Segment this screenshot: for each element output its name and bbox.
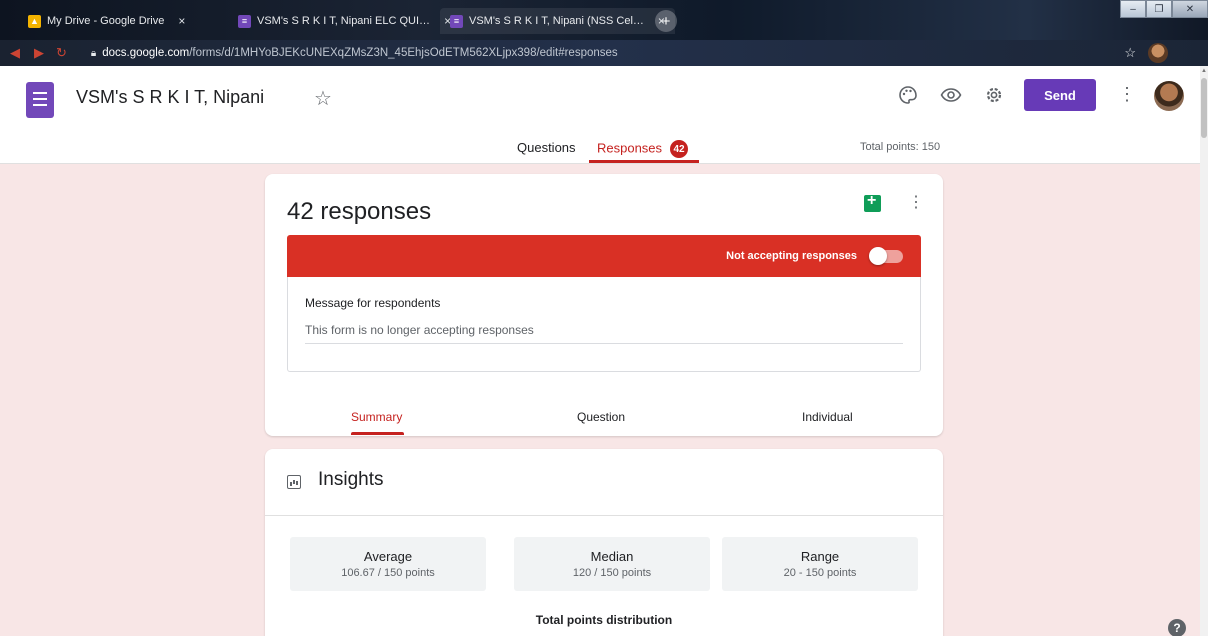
accepting-status-label: Not accepting responses — [726, 250, 857, 262]
url-host: docs.google.com — [102, 47, 190, 59]
subtab-active-indicator — [351, 432, 404, 435]
stat-value: 120 / 150 points — [572, 567, 652, 579]
forms-icon: ≡ — [450, 14, 463, 28]
total-points: Total points: 150 — [860, 141, 941, 153]
distribution-title: Total points distribution — [535, 613, 673, 627]
settings-gear-icon[interactable] — [983, 84, 1005, 106]
subtab-question[interactable]: Question — [577, 410, 625, 424]
insights-title: Insights — [318, 469, 384, 490]
scroll-up-arrow-icon[interactable]: ▲ — [1201, 68, 1207, 74]
bookmark-star-icon[interactable]: ☆ — [1124, 45, 1136, 61]
sheets-icon[interactable] — [864, 192, 881, 212]
stat-label: Range — [800, 549, 840, 564]
stat-value: 20 - 150 points — [783, 567, 857, 579]
responses-card: 42 responses ⋮ Not accepting responses M… — [265, 174, 943, 436]
forms-header: VSM's S R K I T, Nipani ☆ Send ⋮ Questio… — [0, 66, 1200, 164]
forward-icon[interactable]: ▶ — [34, 45, 44, 61]
back-icon[interactable]: ◀ — [10, 45, 20, 61]
url-path: /forms/d/1MHYoBJEKcUNEXqZMsZ3N_45EhjsOdE… — [189, 47, 618, 59]
star-icon[interactable]: ☆ — [314, 86, 332, 111]
maximize-button[interactable]: ❐ — [1146, 0, 1172, 18]
stat-value: 106.67 / 150 points — [341, 567, 435, 579]
browser-tab-elc-quiz[interactable]: ≡ VSM's S R K I T, Nipani ELC QUI… × — [228, 8, 461, 34]
more-vert-icon[interactable]: ⋮ — [1118, 84, 1136, 105]
subtab-summary[interactable]: Summary — [351, 410, 402, 424]
insights-icon — [287, 475, 301, 489]
send-button[interactable]: Send — [1024, 79, 1096, 111]
browser-tab-drive[interactable]: ▲ My Drive - Google Drive × — [18, 8, 195, 34]
subtab-individual[interactable]: Individual — [802, 410, 853, 424]
drive-icon: ▲ — [28, 14, 41, 28]
browser-tabstrip: ▲ My Drive - Google Drive × ≡ VSM's S R … — [0, 0, 1208, 40]
scroll-thumb[interactable] — [1201, 78, 1207, 138]
lock-icon: 🔒︎ — [90, 47, 97, 59]
tab-responses-label: Responses — [597, 140, 663, 156]
stat-average: Average 106.67 / 150 points — [290, 537, 486, 591]
help-icon[interactable]: ? — [1168, 619, 1186, 636]
message-for-respondents-box: Message for respondents This form is no … — [287, 277, 921, 372]
forms-logo-icon[interactable] — [26, 82, 54, 118]
address-bar: ◀ ▶ ↻ 🔒︎ docs.google.com/forms/d/1MHYoBJ… — [0, 40, 1208, 66]
forms-icon: ≡ — [238, 14, 251, 28]
close-icon[interactable]: × — [178, 14, 185, 28]
message-label: Message for respondents — [305, 296, 441, 310]
tab-questions[interactable]: Questions — [517, 140, 576, 155]
browser-tab-title: My Drive - Google Drive — [47, 15, 165, 27]
stat-label: Median — [590, 549, 634, 564]
stat-range: Range 20 - 150 points — [722, 537, 918, 591]
form-title[interactable]: VSM's S R K I T, Nipani — [76, 87, 264, 108]
user-avatar[interactable] — [1154, 81, 1184, 111]
browser-tab-nss-cell[interactable]: ≡ VSM's S R K I T, Nipani (NSS Cel… × — [440, 8, 675, 34]
responses-count-badge: 42 — [670, 140, 689, 158]
browser-tab-title: VSM's S R K I T, Nipani ELC QUI… — [257, 15, 431, 27]
accepting-responses-banner: Not accepting responses — [287, 235, 921, 277]
browser-profile-avatar[interactable] — [1148, 43, 1168, 63]
browser-tab-title: VSM's S R K I T, Nipani (NSS Cel… — [469, 15, 644, 27]
new-tab-button[interactable]: + — [655, 10, 677, 32]
page-scrollbar[interactable]: ▲ — [1200, 66, 1208, 636]
responses-count-heading: 42 responses — [287, 198, 432, 225]
tab-active-indicator — [589, 160, 699, 163]
accepting-responses-toggle[interactable] — [869, 247, 903, 265]
reload-icon[interactable]: ↻ — [56, 45, 67, 61]
divider — [265, 515, 943, 516]
minimize-button[interactable]: ‒ — [1120, 0, 1146, 18]
url-field[interactable]: docs.google.com/forms/d/1MHYoBJEKcUNEXqZ… — [102, 47, 617, 59]
preview-eye-icon[interactable] — [940, 84, 962, 106]
stat-median: Median 120 / 150 points — [514, 537, 710, 591]
toggle-knob[interactable] — [869, 247, 887, 265]
more-vert-icon[interactable]: ⋮ — [908, 192, 924, 212]
palette-icon[interactable] — [897, 84, 919, 106]
window-close-button[interactable]: ✕ — [1172, 0, 1208, 18]
stat-label: Average — [363, 549, 413, 564]
tab-responses[interactable]: Responses 42 — [597, 140, 689, 158]
window-controls: ‒ ❐ ✕ — [1120, 0, 1208, 18]
message-input[interactable]: This form is no longer accepting respons… — [305, 320, 903, 344]
insights-card: Insights Average 106.67 / 150 points Med… — [265, 449, 943, 636]
